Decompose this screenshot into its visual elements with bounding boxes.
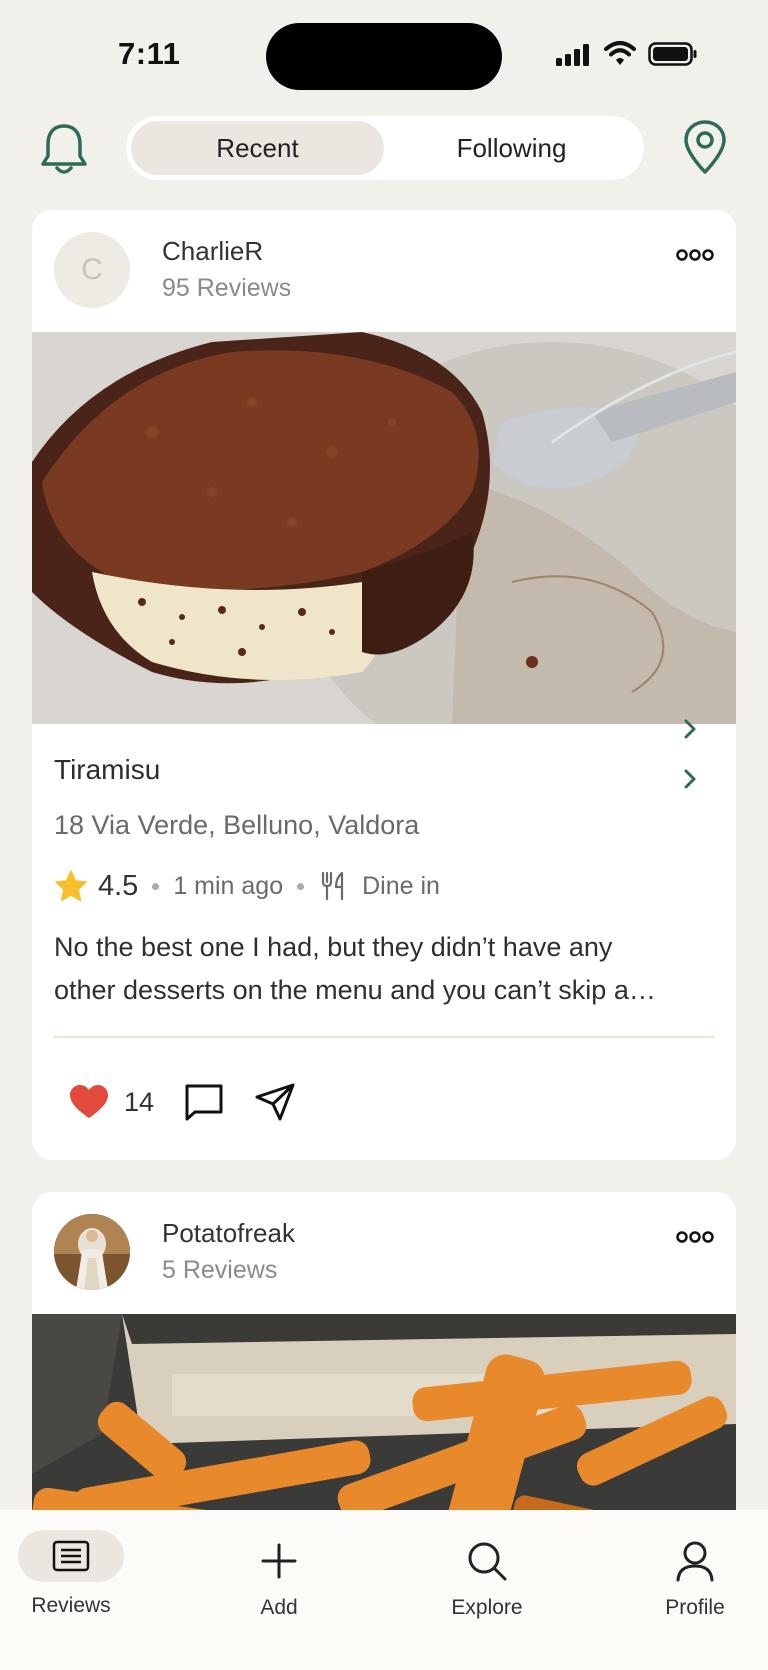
- review-meta: 4.5 1 min ago Dine in: [54, 866, 440, 906]
- divider: [54, 1036, 714, 1038]
- chevron-right-icon[interactable]: [682, 768, 698, 790]
- nav-label: Reviews: [31, 1594, 111, 1617]
- share-send-icon[interactable]: [254, 1082, 296, 1122]
- status-time: 7:11: [118, 36, 181, 71]
- nav-label: Add: [260, 1596, 298, 1619]
- tab-recent[interactable]: Recent: [131, 121, 384, 175]
- avatar[interactable]: C: [54, 232, 130, 308]
- post-actions: 14: [68, 1078, 296, 1126]
- avatar[interactable]: [54, 1214, 130, 1290]
- nav-active-pill: [18, 1530, 124, 1582]
- avatar-photo: [54, 1214, 130, 1290]
- nav-label: Profile: [665, 1596, 725, 1619]
- feed-segmented-control: Recent Following: [126, 116, 644, 180]
- add-icon: [261, 1543, 297, 1579]
- service-type: Dine in: [362, 871, 440, 900]
- nav-add[interactable]: Add: [214, 1520, 344, 1620]
- dish-name[interactable]: Tiramisu: [54, 754, 160, 786]
- profile-icon: [676, 1541, 714, 1582]
- search-icon: [468, 1542, 507, 1581]
- chevron-right-icon[interactable]: [682, 718, 698, 740]
- more-options-icon[interactable]: [676, 248, 714, 262]
- separator-dot: [152, 882, 160, 890]
- wifi-icon: [604, 41, 636, 65]
- rating-value: 4.5: [98, 869, 139, 902]
- heart-icon[interactable]: [68, 1083, 110, 1121]
- review-text[interactable]: No the best one I had, but they didn’t h…: [54, 926, 718, 1012]
- separator-dot: [297, 882, 305, 890]
- star-icon: [55, 870, 87, 902]
- review-card: C CharlieR 95 Reviews Tiramisu 18 Via Ve…: [32, 210, 736, 1160]
- reviews-icon: [52, 1540, 90, 1572]
- battery-icon: [648, 42, 697, 66]
- tab-following[interactable]: Following: [384, 121, 639, 175]
- username[interactable]: CharlieR: [162, 236, 263, 267]
- username[interactable]: Potatofreak: [162, 1218, 295, 1249]
- cellular-signal-icon: [556, 44, 589, 66]
- restaurant-address[interactable]: 18 Via Verde, Belluno, Valdora: [54, 810, 419, 841]
- nav-explore[interactable]: Explore: [422, 1520, 552, 1620]
- user-review-count: 95 Reviews: [162, 274, 292, 302]
- more-options-icon[interactable]: [676, 1230, 714, 1244]
- tiramisu-photo[interactable]: [32, 332, 736, 724]
- nav-reviews[interactable]: Reviews: [6, 1520, 136, 1618]
- fork-knife-icon: [322, 871, 344, 901]
- review-text-line: No the best one I had, but they didn’t h…: [54, 932, 613, 962]
- bottom-navigation: Reviews Add Explore Profile: [0, 1510, 768, 1670]
- nav-label: Explore: [451, 1596, 523, 1619]
- dynamic-island: [266, 23, 502, 90]
- comment-icon[interactable]: [184, 1083, 224, 1121]
- time-ago: 1 min ago: [173, 871, 284, 900]
- notifications-bell-icon[interactable]: [40, 120, 88, 176]
- like-count: 14: [124, 1086, 155, 1117]
- user-review-count: 5 Reviews: [162, 1256, 278, 1284]
- status-bar: 7:11: [0, 0, 768, 110]
- location-pin-icon[interactable]: [682, 118, 728, 176]
- nav-profile[interactable]: Profile: [630, 1520, 760, 1620]
- review-text-line: other desserts on the menu and you can’t…: [54, 975, 656, 1005]
